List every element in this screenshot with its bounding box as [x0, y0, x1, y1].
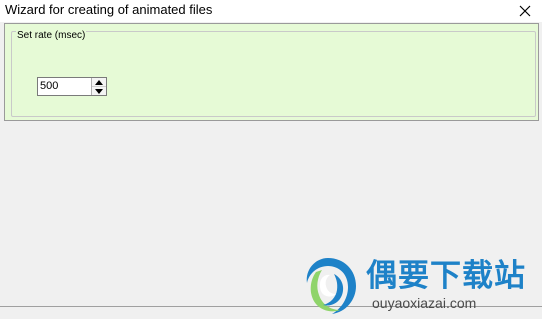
close-icon [519, 5, 531, 17]
spin-buttons [91, 78, 106, 95]
rate-panel: Set rate (msec) [4, 23, 539, 121]
window-title: Wizard for creating of animated files [5, 2, 213, 17]
watermark: 偶要下载站 ouyaoxiazai.com [296, 254, 542, 318]
rate-spinbox [37, 77, 107, 96]
watermark-title: 偶要下载站 [366, 258, 526, 294]
spin-down-button[interactable] [92, 86, 106, 95]
close-button[interactable] [508, 0, 542, 22]
watermark-url: ouyaoxiazai.com [372, 295, 477, 311]
rate-input[interactable] [40, 79, 88, 94]
swirl-logo-icon [306, 258, 356, 314]
spin-up-button[interactable] [92, 78, 106, 86]
triangle-up-icon [95, 79, 103, 85]
rate-groupbox: Set rate (msec) [11, 30, 536, 117]
title-bar: Wizard for creating of animated files [0, 0, 542, 22]
triangle-down-icon [95, 88, 103, 94]
rate-group-legend: Set rate (msec) [16, 30, 87, 42]
